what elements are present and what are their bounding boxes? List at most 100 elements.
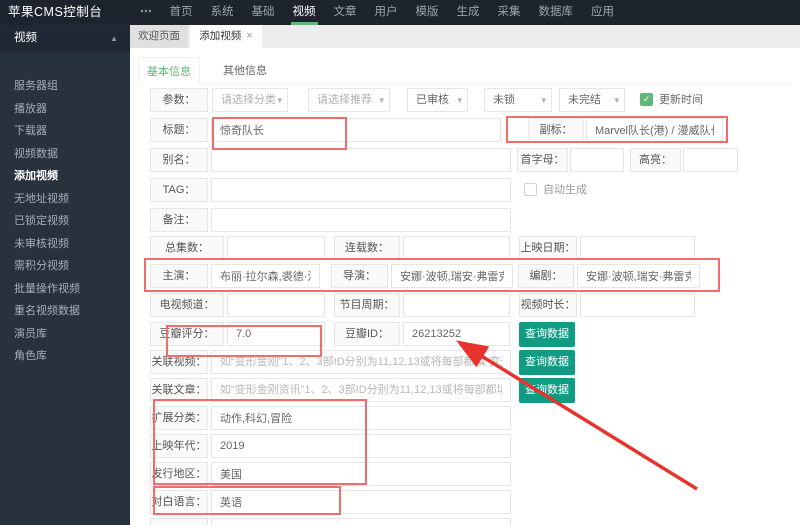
alias-label: 别名： (150, 148, 208, 172)
tab-basic-info[interactable]: 基本信息 (138, 57, 200, 85)
sidebar-item-duplicate-video[interactable]: 重名视频数据 (0, 300, 130, 323)
lock-select-value: 未锁 (493, 94, 515, 106)
release-date-label: 上映日期： (519, 236, 577, 260)
recommend-select[interactable]: 请选择推荐▾ (308, 88, 390, 112)
chevron-down-icon: ▾ (457, 89, 462, 111)
highlight-label: 高亮： (630, 148, 681, 172)
sidebar-item-actor-library[interactable]: 演员库 (0, 323, 130, 346)
sidebar-item-points-video[interactable]: 需积分视频 (0, 255, 130, 278)
chevron-down-icon: ▾ (277, 89, 282, 111)
related-article-input[interactable] (211, 378, 511, 402)
query-douban-button[interactable]: 查询数据 (519, 322, 575, 347)
sidebar-item-video-data[interactable]: 视频数据 (0, 143, 130, 166)
writer-input[interactable] (577, 264, 700, 288)
more-icon[interactable]: ⋯ (138, 0, 154, 25)
tv-channel-input[interactable] (227, 293, 325, 317)
remark-label: 备注： (150, 208, 208, 232)
menu-item-home[interactable]: 首页 (168, 0, 195, 25)
program-cycle-input[interactable] (403, 293, 510, 317)
next-field-input[interactable] (211, 518, 511, 525)
release-date-input[interactable] (580, 236, 695, 260)
menu-item-database[interactable]: 数据库 (537, 0, 576, 25)
close-icon[interactable]: × (246, 25, 252, 48)
ext-class-label: 扩展分类： (150, 406, 208, 430)
actors-input[interactable] (211, 264, 320, 288)
tab-add-video[interactable]: 添加视频 × (190, 25, 262, 48)
year-input[interactable] (211, 434, 511, 458)
related-video-input[interactable] (211, 350, 511, 374)
menu-item-app[interactable]: 应用 (589, 0, 616, 25)
sidebar-group-label: 视频 (14, 32, 37, 44)
serial-number-input[interactable] (403, 236, 510, 260)
topbar: 苹果CMS控制台 ⋯ 首页 系统 基础 视频 文章 用户 模版 生成 采集 数据… (0, 0, 800, 25)
menu-item-generate[interactable]: 生成 (455, 0, 482, 25)
menu-item-article[interactable]: 文章 (332, 0, 359, 25)
douban-id-input[interactable] (403, 322, 510, 346)
finished-select-value: 未完结 (568, 94, 601, 106)
category-select[interactable]: 请选择分类▾ (212, 88, 288, 112)
menu-item-collect[interactable]: 采集 (496, 0, 523, 25)
duration-input[interactable] (580, 293, 695, 317)
auto-generate-checkbox[interactable] (524, 183, 537, 196)
remark-input[interactable] (211, 208, 511, 232)
douban-score-label: 豆瓣评分： (150, 322, 224, 346)
title-input[interactable] (211, 118, 501, 142)
tab-other-info[interactable]: 其他信息 (214, 57, 276, 85)
subtitle-input[interactable] (586, 118, 723, 142)
collapse-up-icon: ▲ (110, 25, 118, 52)
sidebar-item-downloader[interactable]: 下载器 (0, 120, 130, 143)
chevron-down-icon: ▾ (541, 89, 546, 111)
sidebar-item-player[interactable]: 播放器 (0, 98, 130, 121)
next-field-label (150, 518, 208, 525)
menu-item-basic[interactable]: 基础 (250, 0, 277, 25)
menu-item-video[interactable]: 视频 (291, 0, 318, 25)
recommend-select-value: 请选择推荐 (317, 94, 372, 106)
program-cycle-label: 节目周期： (334, 293, 400, 317)
category-select-value: 请选择分类 (221, 94, 276, 106)
director-input[interactable] (391, 264, 513, 288)
language-input[interactable] (211, 490, 511, 514)
total-episodes-label: 总集数： (150, 236, 224, 260)
lock-select[interactable]: 未锁 ▾ (484, 88, 552, 112)
sidebar-group-video[interactable]: 视频 ▲ (0, 25, 130, 52)
params-label: 参数： (150, 88, 208, 112)
audit-select[interactable]: 已审核▾ (407, 88, 468, 112)
sidebar-item-add-video[interactable]: 添加视频 (0, 165, 130, 188)
ext-class-input[interactable] (211, 406, 511, 430)
douban-score-input[interactable] (227, 322, 325, 346)
sidebar-item-batch-video[interactable]: 批量操作视频 (0, 278, 130, 301)
director-label: 导演： (331, 264, 388, 288)
update-time-checkbox[interactable]: ✓ (640, 93, 653, 106)
initial-label: 首字母： (517, 148, 568, 172)
serial-number-label: 连载数： (334, 236, 400, 260)
menu-item-system[interactable]: 系统 (209, 0, 236, 25)
sidebar-item-no-url-video[interactable]: 无地址视频 (0, 188, 130, 211)
query-related-article-button[interactable]: 查询数据 (519, 378, 575, 403)
alias-input[interactable] (211, 148, 511, 172)
sidebar-item-locked-video[interactable]: 已锁定视频 (0, 210, 130, 233)
update-time-label: 更新时间 (659, 88, 703, 112)
subtitle-label: 副标： (528, 118, 584, 142)
top-menu: ⋯ 首页 系统 基础 视频 文章 用户 模版 生成 采集 数据库 应用 (138, 0, 616, 25)
area-input[interactable] (211, 462, 511, 486)
tab-welcome[interactable]: 欢迎页面 (130, 25, 188, 48)
year-label: 上映年代： (150, 434, 208, 458)
menu-item-user[interactable]: 用户 (373, 0, 400, 25)
sidebar-item-server-group[interactable]: 服务器组 (0, 75, 130, 98)
menu-item-template[interactable]: 模版 (414, 0, 441, 25)
sidebar-item-unreviewed-video[interactable]: 未审核视频 (0, 233, 130, 256)
initial-input[interactable] (570, 148, 624, 172)
finished-select[interactable]: 未完结▾ (559, 88, 625, 112)
actors-label: 主演： (150, 264, 208, 288)
tab-strip: 欢迎页面 添加视频 × (130, 25, 800, 48)
tab-add-video-label: 添加视频 (199, 30, 241, 42)
duration-label: 视频时长： (519, 293, 577, 317)
check-icon: ✓ (643, 94, 651, 104)
auto-generate-label: 自动生成 (543, 178, 587, 202)
highlight-input[interactable] (683, 148, 738, 172)
tag-input[interactable] (211, 178, 511, 202)
total-episodes-input[interactable] (227, 236, 325, 260)
sidebar-item-role-library[interactable]: 角色库 (0, 345, 130, 368)
tag-label: TAG： (150, 178, 208, 202)
query-related-video-button[interactable]: 查询数据 (519, 350, 575, 375)
